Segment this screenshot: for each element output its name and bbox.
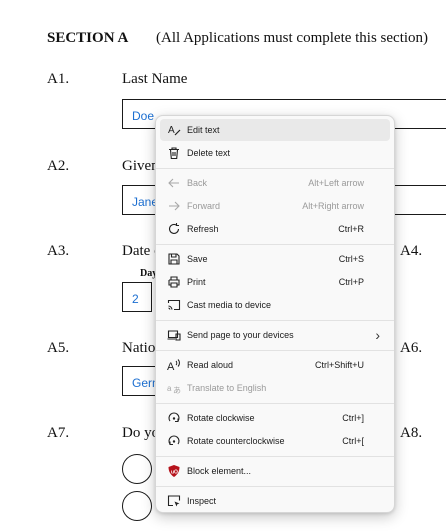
svg-text:uO: uO: [171, 470, 178, 476]
send-to-devices-icon: [167, 328, 181, 342]
read-aloud-icon: A: [167, 358, 181, 372]
given-name-label: Given: [122, 158, 159, 174]
menu-item-shortcut: Ctrl+[: [342, 436, 364, 446]
svg-text:あ: あ: [173, 386, 181, 395]
menu-item-label: Cast media to device: [187, 300, 272, 310]
menu-item-refresh[interactable]: Refresh Ctrl+R: [160, 218, 390, 240]
menu-item-label: Send page to your devices: [187, 330, 294, 340]
last-name-label: Last Name: [122, 71, 188, 87]
print-icon: [167, 275, 181, 289]
menu-item-cast-media[interactable]: Cast media to device: [160, 294, 390, 316]
context-menu: A Edit text Delete text Back Alt+Left ar…: [155, 115, 395, 513]
day-value: 2: [132, 292, 139, 306]
menu-item-save[interactable]: Save Ctrl+S: [160, 248, 390, 270]
menu-item-label: Forward: [187, 201, 221, 211]
save-icon: [167, 252, 181, 266]
menu-item-shortcut: Ctrl+Shift+U: [314, 360, 364, 370]
menu-item-label: Refresh: [187, 224, 219, 234]
menu-separator: [156, 320, 394, 321]
menu-item-label: Inspect: [187, 496, 217, 506]
question-number-a6: A6.: [400, 340, 423, 356]
chevron-right-icon: ›: [375, 327, 380, 343]
menu-item-rotate-clockwise[interactable]: Rotate clockwise Ctrl+]: [160, 407, 390, 429]
menu-separator: [156, 486, 394, 487]
menu-item-label: Rotate counterclockwise: [187, 436, 285, 446]
menu-item-inspect[interactable]: Inspect: [160, 490, 390, 512]
menu-item-edit-text[interactable]: A Edit text: [160, 119, 390, 141]
menu-item-label: Read aloud: [187, 360, 234, 370]
svg-text:A: A: [168, 125, 175, 136]
menu-item-forward[interactable]: Forward Alt+Right arrow: [160, 195, 390, 217]
menu-item-label: Rotate clockwise: [187, 413, 255, 423]
question-number-a2: A2.: [47, 158, 70, 174]
menu-separator: [156, 350, 394, 351]
question-number-a4: A4.: [400, 243, 423, 259]
menu-item-shortcut: Alt+Left arrow: [308, 178, 364, 188]
menu-item-label: Translate to English: [187, 383, 267, 393]
question-number-a5: A5.: [47, 340, 70, 356]
menu-item-shortcut: Alt+Right arrow: [302, 201, 364, 211]
menu-item-label: Delete text: [187, 148, 231, 158]
inspect-icon: [167, 494, 181, 508]
menu-item-read-aloud[interactable]: A Read aloud Ctrl+Shift+U: [160, 354, 390, 376]
question-number-a3: A3.: [47, 243, 70, 259]
edit-text-icon: A: [167, 123, 181, 137]
menu-separator: [156, 403, 394, 404]
menu-item-delete-text[interactable]: Delete text: [160, 142, 390, 164]
menu-separator: [156, 244, 394, 245]
menu-item-label: Save: [187, 254, 208, 264]
radio-option-2[interactable]: [122, 491, 152, 521]
trash-icon: [167, 146, 181, 160]
menu-item-print[interactable]: Print Ctrl+P: [160, 271, 390, 293]
a7-question-label: Do yo: [122, 425, 160, 441]
menu-item-shortcut: Ctrl+]: [342, 413, 364, 423]
section-title: SECTION A: [47, 30, 129, 46]
menu-item-label: Print: [187, 277, 206, 287]
menu-item-back[interactable]: Back Alt+Left arrow: [160, 172, 390, 194]
menu-item-shortcut: Ctrl+P: [338, 277, 364, 287]
menu-item-shortcut: Ctrl+R: [338, 224, 364, 234]
last-name-value: Doe: [132, 109, 155, 123]
rotate-counterclockwise-icon: [167, 434, 181, 448]
refresh-icon: [167, 222, 181, 236]
day-field[interactable]: 2: [122, 282, 152, 312]
question-number-a8: A8.: [400, 425, 423, 441]
cast-icon: [167, 298, 181, 312]
menu-item-translate[interactable]: aあ Translate to English: [160, 377, 390, 399]
rotate-clockwise-icon: [167, 411, 181, 425]
menu-item-rotate-counterclockwise[interactable]: Rotate counterclockwise Ctrl+[: [160, 430, 390, 452]
radio-option-1[interactable]: [122, 454, 152, 484]
menu-item-send-page[interactable]: Send page to your devices ›: [160, 324, 390, 346]
menu-item-label: Edit text: [187, 125, 220, 135]
menu-separator: [156, 456, 394, 457]
menu-item-block-element[interactable]: uO Block element...: [160, 460, 390, 482]
svg-text:a: a: [167, 384, 172, 393]
menu-separator: [156, 168, 394, 169]
ublock-shield-icon: uO: [167, 464, 181, 478]
question-number-a7: A7.: [47, 425, 70, 441]
menu-item-label: Block element...: [187, 466, 252, 476]
translate-icon: aあ: [167, 381, 181, 395]
question-number-a1: A1.: [47, 71, 70, 87]
menu-item-shortcut: Ctrl+S: [338, 254, 364, 264]
menu-item-label: Back: [187, 178, 208, 188]
svg-text:A: A: [167, 361, 175, 372]
forward-arrow-icon: [167, 199, 181, 213]
back-arrow-icon: [167, 176, 181, 190]
section-note: (All Applications must complete this sec…: [156, 30, 429, 46]
